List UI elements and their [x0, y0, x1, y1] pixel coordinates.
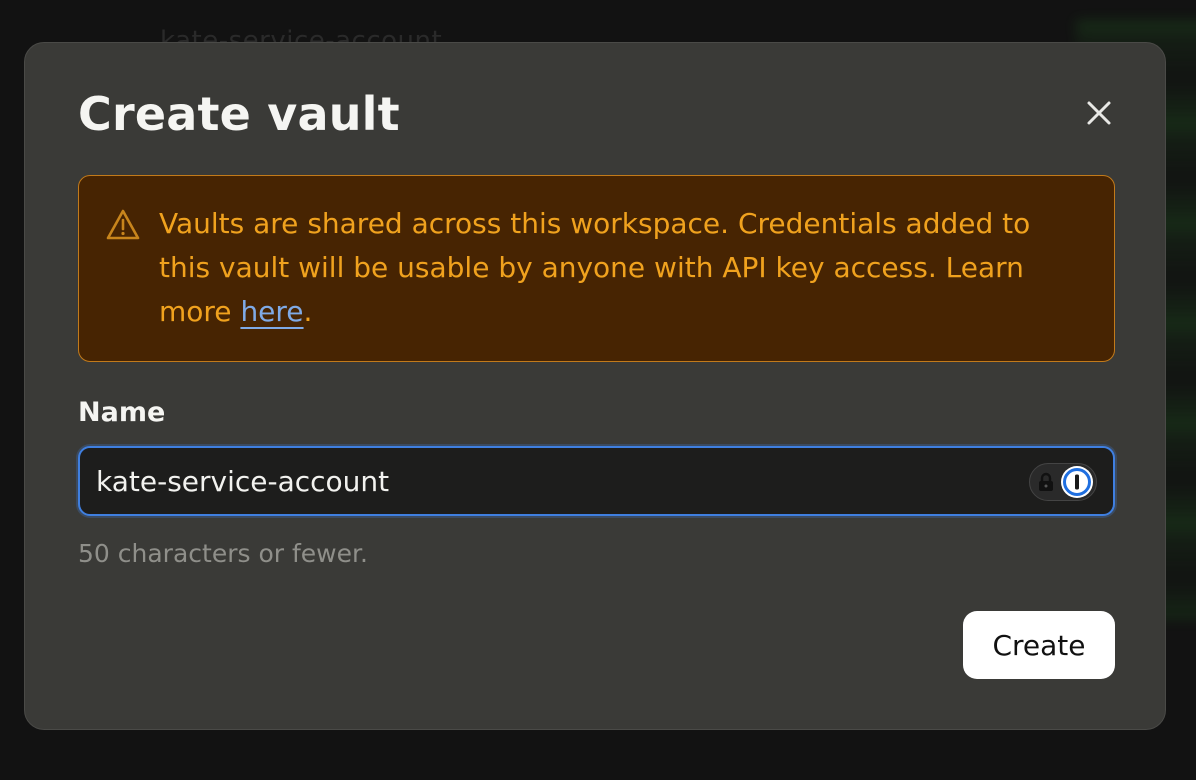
- lock-icon: [1039, 472, 1053, 491]
- create-vault-dialog: Create vault Vaults are shared across th…: [24, 42, 1166, 730]
- name-input-container: [78, 446, 1115, 516]
- name-input[interactable]: [96, 458, 996, 504]
- warning-message: Vaults are shared across this workspace.…: [159, 202, 1089, 334]
- password-manager-icon: [1061, 466, 1093, 498]
- close-button[interactable]: [1081, 95, 1117, 131]
- create-button[interactable]: Create: [963, 611, 1115, 679]
- warning-banner: Vaults are shared across this workspace.…: [78, 175, 1115, 362]
- warning-triangle-icon: [106, 209, 140, 240]
- close-icon: [1087, 101, 1111, 125]
- learn-more-link[interactable]: here: [240, 295, 303, 328]
- name-helper-text: 50 characters or fewer.: [78, 539, 368, 568]
- name-field-label: Name: [78, 397, 166, 428]
- dialog-title: Create vault: [78, 87, 400, 141]
- warning-message-end: .: [303, 295, 313, 328]
- password-manager-button[interactable]: [1029, 463, 1097, 501]
